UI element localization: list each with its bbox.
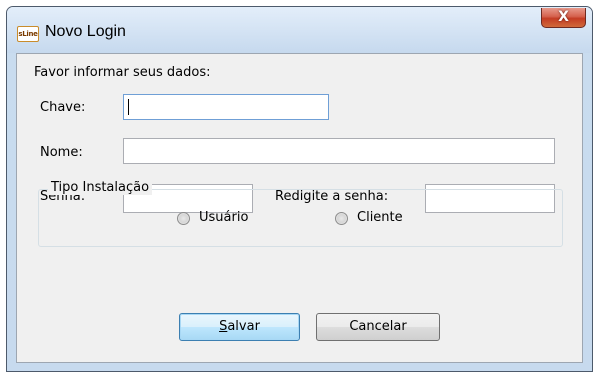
nome-label: Nome: — [40, 145, 83, 160]
chave-input[interactable] — [123, 94, 329, 120]
text-caret — [128, 99, 129, 115]
window-title: Novo Login — [45, 23, 126, 40]
app-logo-icon: sLine — [17, 26, 39, 42]
radio-usuario[interactable] — [177, 212, 190, 225]
save-button[interactable]: Salvar — [179, 313, 300, 341]
nome-input[interactable] — [123, 138, 555, 164]
install-type-group — [38, 189, 563, 247]
chave-label: Chave: — [40, 100, 86, 115]
radio-usuario-label[interactable]: Usuário — [199, 210, 248, 225]
close-button[interactable]: X — [541, 8, 586, 28]
radio-cliente-label[interactable]: Cliente — [357, 210, 403, 225]
title-bar[interactable]: sLine Novo Login X — [7, 7, 592, 53]
login-dialog: sLine Novo Login X Favor informar seus d… — [6, 6, 593, 372]
install-type-title: Tipo Instalação — [48, 180, 153, 195]
cancel-button[interactable]: Cancelar — [316, 313, 440, 341]
radio-cliente[interactable] — [335, 212, 348, 225]
intro-text: Favor informar seus dados: — [34, 65, 211, 80]
